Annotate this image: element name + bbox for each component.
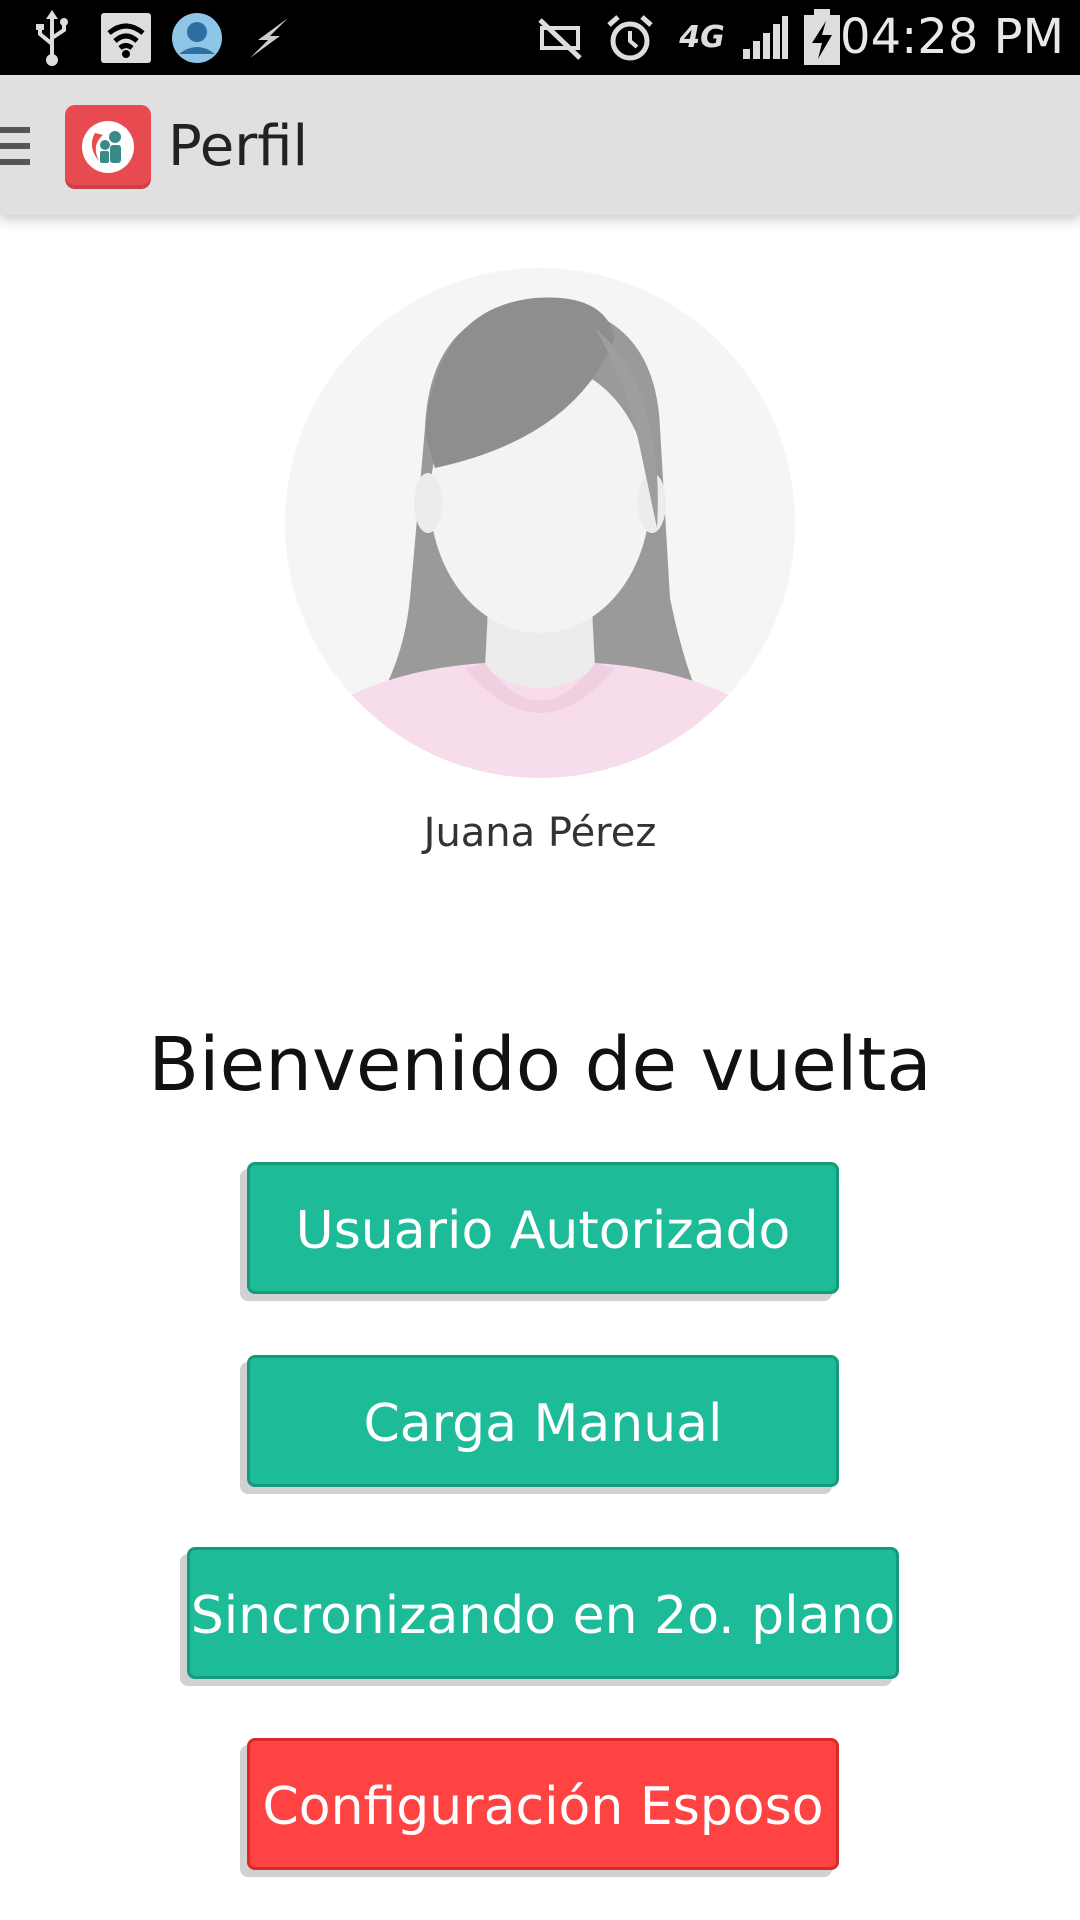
app-logo[interactable]	[65, 105, 151, 189]
manual-load-button[interactable]: Carga Manual	[247, 1355, 839, 1487]
profile-avatar	[285, 268, 795, 778]
status-bar: 4G 04:28 PM	[0, 0, 1080, 75]
network-label: 4G	[679, 20, 725, 55]
mute-icon	[535, 0, 585, 75]
app-bar: Perfil	[0, 75, 1080, 215]
user-name: Juana Pérez	[423, 810, 657, 856]
spouse-config-button[interactable]: Configuración Esposo	[247, 1738, 839, 1870]
usb-icon	[30, 0, 74, 75]
background-sync-button[interactable]: Sincronizando en 2o. plano	[187, 1547, 899, 1679]
authorized-user-button[interactable]: Usuario Autorizado	[247, 1162, 839, 1294]
wifi-icon	[100, 0, 152, 75]
signal-icon	[740, 0, 790, 75]
flash-icon	[242, 0, 296, 75]
battery-charging-icon	[800, 0, 844, 75]
network-4g-icon: 4G	[672, 0, 732, 75]
alarm-icon	[605, 0, 655, 75]
account-icon	[170, 0, 224, 75]
page-title: Perfil	[168, 114, 309, 179]
menu-icon[interactable]	[0, 127, 30, 167]
welcome-heading: Bienvenido de vuelta	[148, 1022, 932, 1108]
status-time: 04:28 PM	[840, 9, 1064, 65]
